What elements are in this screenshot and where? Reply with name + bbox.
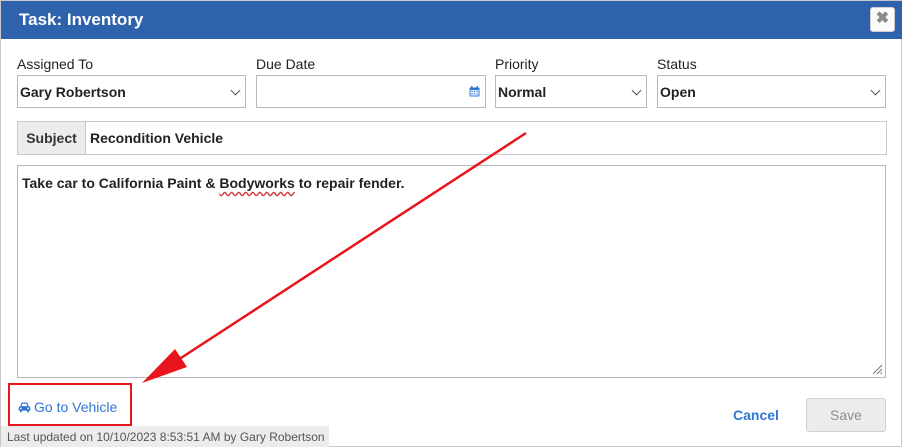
priority-label: Priority (495, 56, 539, 72)
due-date-label: Due Date (256, 56, 316, 72)
go-to-vehicle-link[interactable]: Go to Vehicle (18, 399, 117, 415)
assigned-to-label: Assigned To (17, 56, 94, 72)
notes-text-start: Take car to California Paint & (22, 175, 220, 191)
subject-field[interactable]: Subject Recondition Vehicle (17, 121, 887, 155)
priority-select[interactable]: Normal (495, 75, 647, 108)
chevron-down-icon (230, 85, 241, 96)
subject-input[interactable]: Recondition Vehicle (90, 130, 223, 146)
close-button[interactable]: ✖ (870, 7, 895, 32)
close-icon: ✖ (875, 10, 890, 27)
assigned-to-select[interactable]: Gary Robertson (17, 75, 246, 108)
status-select[interactable]: Open (657, 75, 886, 108)
due-date-input[interactable] (256, 75, 486, 108)
car-icon (18, 402, 31, 413)
chevron-down-icon (631, 85, 642, 96)
cancel-button[interactable]: Cancel (733, 407, 779, 423)
subject-label: Subject (18, 122, 86, 154)
dialog-titlebar: Task: Inventory ✖ (1, 1, 902, 39)
last-updated-status: Last updated on 10/10/2023 8:53:51 AM by… (1, 426, 329, 447)
go-to-vehicle-label: Go to Vehicle (34, 399, 118, 415)
notes-textarea[interactable]: Take car to California Paint & Bodyworks… (17, 165, 886, 378)
status-label: Status (657, 56, 697, 72)
notes-text-end: to repair fender. (294, 175, 405, 191)
task-dialog: Task: Inventory ✖ Assigned To Gary Rober… (0, 0, 902, 447)
assigned-to-value: Gary Robertson (20, 84, 126, 100)
notes-text: Take car to California Paint & Bodyworks… (22, 175, 405, 191)
priority-value: Normal (498, 84, 547, 100)
save-button[interactable]: Save (806, 398, 886, 432)
status-value: Open (660, 84, 696, 100)
notes-misspelled-word: Bodyworks (219, 175, 295, 191)
resize-handle-icon[interactable] (872, 364, 883, 375)
chevron-down-icon (870, 85, 881, 96)
calendar-icon[interactable] (469, 86, 480, 97)
dialog-title: Task: Inventory (19, 10, 144, 29)
